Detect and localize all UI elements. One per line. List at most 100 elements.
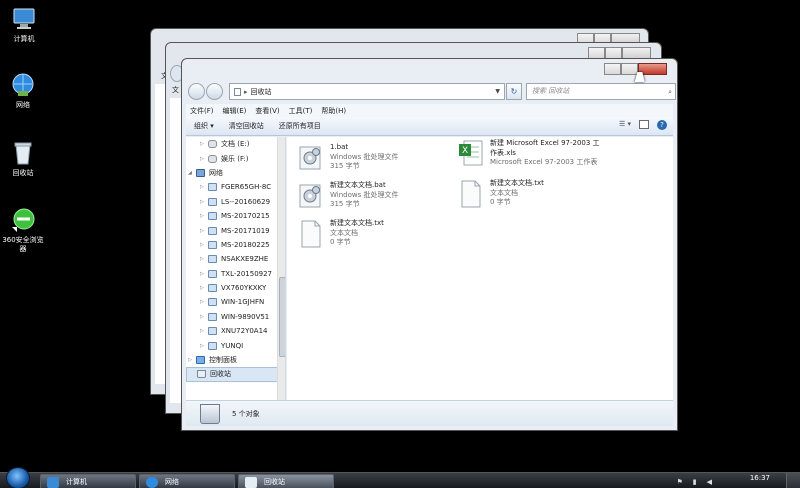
search-icon[interactable]: ⌕ (668, 85, 672, 100)
menu-item-file[interactable]: 文 (172, 85, 179, 95)
minimize-button[interactable] (604, 63, 621, 75)
nav-tree-item[interactable]: ▷ 娱乐 (F:) (186, 151, 285, 165)
action-center-icon[interactable]: ⚑ (676, 478, 682, 486)
nav-tree-item[interactable]: ▷ MS-20171019 (186, 223, 285, 237)
expand-arrow-icon[interactable]: ▷ (200, 141, 208, 147)
scrollbar-thumb[interactable] (279, 277, 285, 357)
file-type: Windows 批处理文件 (330, 190, 399, 199)
details-pane: 5 个对象 (186, 400, 673, 426)
explorer-window-recycle-bin[interactable]: ▸ 回收站 ▼ ↻ 搜索 回收站 ⌕ 文件(F) 编辑(E) 查看(V) 工具(… (181, 58, 678, 431)
network-icon (10, 72, 36, 98)
txt-icon (457, 179, 484, 209)
nav-tree-item[interactable]: ▷ MS-20170215 (186, 209, 285, 223)
address-bar[interactable]: ▸ 回收站 ▼ (229, 83, 505, 100)
search-input[interactable]: 搜索 回收站 ⌕ (526, 83, 676, 100)
desktop-icon-label: 网络 (16, 101, 30, 109)
computer-icon (208, 298, 217, 307)
nav-tree-item[interactable]: ▷ XNU72Y0A14 (186, 324, 285, 338)
expand-arrow-icon[interactable]: ▷ (200, 242, 208, 248)
file-item[interactable]: X 新建 Microsoft Excel 97-2003 工作表.xls Micro… (457, 139, 627, 173)
menu-item-edit[interactable]: 编辑(E) (223, 106, 247, 116)
menu-item-tools[interactable]: 工具(T) (289, 106, 313, 116)
nav-tree-item[interactable]: ▷ YUNQI (186, 338, 285, 352)
taskbar-item-computer[interactable]: 计算机 (40, 474, 136, 488)
nav-tree-item[interactable]: ▷ FGER65GH-8C (186, 180, 285, 194)
expand-arrow-icon[interactable]: ▷ (200, 256, 208, 262)
expand-arrow-icon[interactable]: ▷ (200, 228, 208, 234)
navigation-pane: ▷ 文档 (E:) ▷ 娱乐 (F:) ◢ 网络 ▷ FGER65GH-8C ▷ LS--2016… (186, 137, 286, 426)
nav-tree-item[interactable]: ▷ MS-20180225 (186, 238, 285, 252)
forward-button[interactable] (206, 83, 223, 100)
organize-button[interactable]: 组织 ▾ (194, 121, 214, 131)
expand-arrow-icon[interactable]: ◢ (188, 170, 196, 176)
bat-icon (297, 181, 324, 211)
nav-tree-label: 回收站 (210, 370, 231, 379)
nav-tree-label: LS--20160629 (221, 197, 271, 206)
nav-tree-label: 网络 (209, 168, 223, 177)
taskbar-item-label: 计算机 (66, 477, 87, 486)
computer-icon (208, 183, 217, 192)
expand-arrow-icon[interactable]: ▷ (200, 199, 208, 205)
expand-arrow-icon[interactable]: ▷ (200, 343, 208, 349)
nav-tree-item[interactable]: ▷ 文档 (E:) (186, 137, 285, 151)
preview-pane-icon[interactable] (639, 120, 649, 129)
view-options-icon[interactable]: ☰ ▾ (619, 120, 631, 130)
computer-icon (208, 226, 217, 235)
desktop-icon-computer[interactable]: 计算机 (1, 6, 47, 44)
expand-arrow-icon[interactable]: ▷ (200, 213, 208, 219)
expand-arrow-icon[interactable]: ▷ (200, 299, 208, 305)
nav-tree-item[interactable]: ▷ VX760YKXKY (186, 281, 285, 295)
expand-arrow-icon[interactable]: ▷ (200, 271, 208, 277)
taskbar-item-network[interactable]: 网络 (139, 474, 235, 488)
nav-tree-item[interactable]: ▷ NSAKXE9ZHE (186, 252, 285, 266)
nav-tree-item[interactable]: ▷ 控制面板 (186, 353, 285, 367)
desktop-icon-network[interactable]: 网络 (0, 72, 46, 110)
show-desktop-button[interactable] (786, 473, 800, 488)
file-type: 文本文档 (330, 228, 358, 237)
maximize-button[interactable] (621, 63, 638, 75)
nav-tree-item[interactable]: ▷ LS--20160629 (186, 195, 285, 209)
empty-recycle-bin-button[interactable]: 清空回收站 (229, 121, 264, 131)
navigation-scrollbar[interactable] (277, 137, 285, 426)
clock[interactable]: 16:37 (750, 474, 770, 482)
menu-item-view[interactable]: 查看(V) (255, 106, 279, 116)
start-button[interactable] (6, 467, 30, 488)
help-icon[interactable]: ? (657, 120, 667, 130)
desktop-icon-recycle-bin[interactable]: 回收站 (0, 140, 46, 178)
file-name: 1.bat (330, 143, 349, 151)
nav-tree-item[interactable]: 回收站 (186, 367, 285, 382)
menu-item-help[interactable]: 帮助(H) (321, 106, 346, 116)
expand-arrow-icon[interactable]: ▷ (200, 285, 208, 291)
desktop-icon-360-browser[interactable]: 360安全浏览器 (0, 207, 46, 254)
nav-tree-item[interactable]: ◢ 网络 (186, 166, 285, 180)
file-item[interactable]: 1.bat Windows 批处理文件 315 字节 (297, 143, 467, 177)
menu-item-file[interactable]: 文件(F) (190, 106, 214, 116)
file-name: 新建文本文档.txt (490, 179, 544, 187)
expand-arrow-icon[interactable]: ▷ (200, 314, 208, 320)
volume-icon[interactable]: ◀ (707, 478, 712, 486)
nav-tree-label: TXL-20150927 (221, 269, 273, 278)
computer-icon (208, 341, 217, 350)
refresh-button[interactable]: ↻ (506, 83, 522, 100)
back-button[interactable] (188, 83, 205, 100)
file-name: 新建文本文档.txt (330, 219, 384, 227)
system-tray: ⚑ ▮ ◀ (676, 478, 712, 486)
file-item[interactable]: 新建文本文档.bat Windows 批处理文件 315 字节 (297, 181, 467, 215)
nav-tree-item[interactable]: ▷ WIN-9890V51 (186, 310, 285, 324)
nav-tree-item[interactable]: ▷ TXL-20150927 (186, 267, 285, 281)
expand-arrow-icon[interactable]: ▷ (200, 184, 208, 190)
nav-tree-label: 文档 (E:) (221, 140, 250, 149)
network-status-icon[interactable]: ▮ (693, 478, 697, 486)
file-size: 315 字节 (330, 200, 360, 208)
expand-arrow-icon[interactable]: ▷ (188, 357, 196, 363)
file-item[interactable]: 新建文本文档.txt 文本文档 0 字节 (297, 219, 467, 253)
file-item[interactable]: 新建文本文档.txt 文本文档 0 字节 (457, 179, 627, 213)
restore-all-button[interactable]: 还原所有项目 (279, 121, 321, 131)
drive-icon (208, 154, 217, 163)
chevron-down-icon[interactable]: ▼ (495, 88, 500, 95)
expand-arrow-icon[interactable]: ▷ (200, 156, 208, 162)
clock-time: 16:37 (749, 474, 770, 482)
nav-tree-item[interactable]: ▷ WIN-1GJHFN (186, 295, 285, 309)
taskbar-item-recycle-bin[interactable]: 回收站 (238, 474, 334, 488)
expand-arrow-icon[interactable]: ▷ (200, 328, 208, 334)
